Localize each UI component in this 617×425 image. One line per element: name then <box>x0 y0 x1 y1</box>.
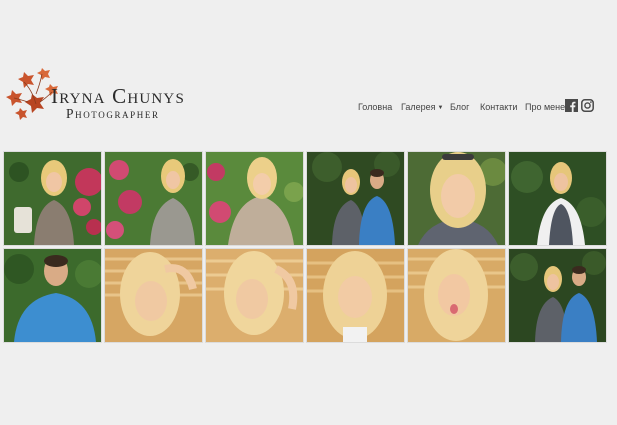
nav-item-label: Галерея <box>401 102 436 112</box>
nav-item-label: Про мене <box>525 102 566 112</box>
gallery-photo[interactable] <box>306 248 405 343</box>
photo-image <box>105 249 202 342</box>
gallery-photo[interactable] <box>104 248 203 343</box>
gallery-photo[interactable] <box>407 248 506 343</box>
photo-image <box>307 152 404 245</box>
gallery-photo[interactable] <box>3 151 102 246</box>
nav-item-contacts[interactable]: Контакти <box>480 102 517 112</box>
gallery-photo[interactable] <box>306 151 405 246</box>
photo-image <box>4 249 101 342</box>
photo-image <box>307 249 404 342</box>
gallery-photo[interactable] <box>205 151 304 246</box>
photo-image <box>105 152 202 245</box>
photo-image <box>509 152 606 245</box>
nav-item-blog[interactable]: Блог <box>450 102 469 112</box>
gallery-photo[interactable] <box>3 248 102 343</box>
gallery-photo[interactable] <box>508 151 607 246</box>
nav-item-gallery[interactable]: Галерея ▼ <box>401 102 443 112</box>
nav-item-label: Контакти <box>480 102 518 112</box>
gallery-photo[interactable] <box>205 248 304 343</box>
site-subtitle: Photographer <box>66 106 160 121</box>
photo-image <box>408 152 505 245</box>
photo-image <box>509 249 606 342</box>
nav-item-label: Блог <box>450 102 470 112</box>
photo-image <box>206 249 303 342</box>
facebook-icon[interactable] <box>565 99 578 112</box>
nav-item-about[interactable]: Про мене <box>525 102 565 112</box>
nav-item-home[interactable]: Головна <box>358 102 392 112</box>
gallery-photo[interactable] <box>407 151 506 246</box>
photo-image <box>4 152 101 245</box>
instagram-icon[interactable] <box>581 99 594 112</box>
photo-image <box>206 152 303 245</box>
photo-image <box>408 249 505 342</box>
gallery-photo[interactable] <box>508 248 607 343</box>
site-logo[interactable]: Iryna Chunys Photographer <box>2 64 227 126</box>
caret-down-icon: ▼ <box>437 105 444 111</box>
nav-item-label: Головна <box>358 102 393 112</box>
gallery-photo[interactable] <box>104 151 203 246</box>
